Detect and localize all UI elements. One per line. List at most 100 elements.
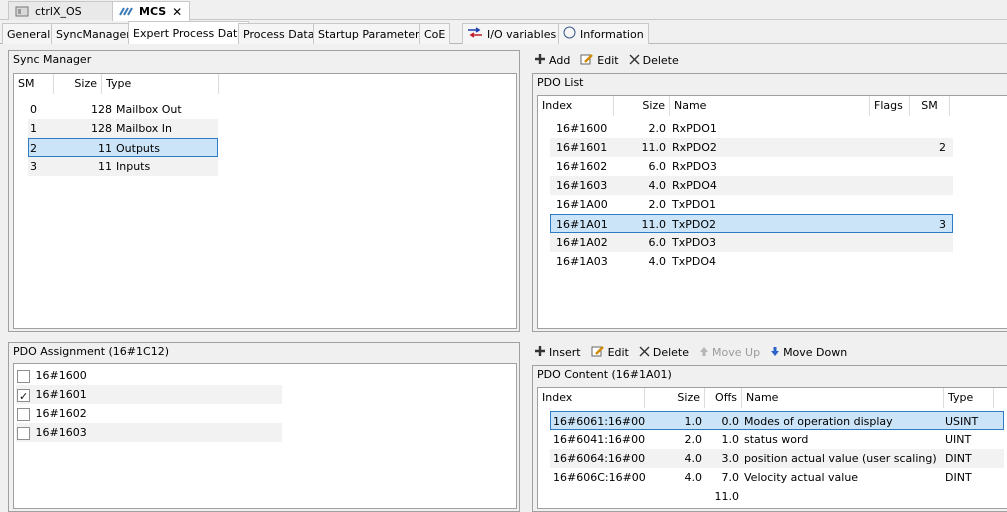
tab-information[interactable]: Information (558, 23, 649, 44)
checkbox-checked[interactable] (17, 387, 30, 406)
column-header-sm[interactable]: SM (910, 96, 950, 116)
table-row[interactable]: 16#606C:16#00 4.0 7.0 Velocity actual va… (550, 468, 1004, 487)
cell-index: 16#1A02 (556, 236, 608, 249)
pdo-content-panel: PDO Content (16#1A01) Index Size Offs Na… (532, 365, 1007, 512)
item-label: 16#1600 (35, 369, 87, 382)
column-header-index[interactable]: Index (538, 388, 645, 408)
pdo-list-toolbar: Add Edit Delete (534, 53, 679, 68)
panel-title: Sync Manager (13, 53, 92, 66)
table-row[interactable]: 16#1600 2.0 RxPDO1 (550, 119, 953, 138)
cell-index: 16#1A01 (556, 218, 608, 231)
column-header-index[interactable]: Index (538, 96, 614, 116)
cell-sm (920, 119, 946, 138)
item-label: 16#1601 (35, 388, 87, 401)
pdo-list-grid: Index Size Name Flags SM 16#1600 2.0 RxP… (537, 95, 1007, 329)
edit-button[interactable]: Edit (591, 345, 629, 360)
cell-index: 16#1603 (556, 179, 608, 192)
cell-sm (920, 157, 946, 176)
table-row-selected[interactable]: 16#6061:16#00 1.0 0.0 Modes of operation… (550, 411, 1004, 430)
tab-startup-parameters[interactable]: Startup Parameters (313, 23, 431, 44)
cell-sm (920, 176, 946, 195)
table-row[interactable]: 16#1602 6.0 RxPDO3 (550, 157, 953, 176)
panel-title: PDO Content (16#1A01) (537, 368, 672, 381)
cell-size: 4.0 (648, 179, 667, 192)
insert-button[interactable]: Insert (534, 345, 581, 360)
close-icon[interactable]: ✕ (172, 5, 182, 19)
table-row[interactable]: 16#6064:16#00 4.0 3.0 position actual va… (550, 449, 1004, 468)
cell-size: 6.0 (648, 160, 667, 173)
list-item[interactable]: 16#1601 (16, 385, 282, 406)
table-row[interactable]: 16#1A03 4.0 TxPDO4 (550, 252, 953, 271)
move-up-label: Move Up (712, 346, 761, 359)
cell-type: USINT (945, 415, 979, 428)
cell-offs: 7.0 (721, 471, 740, 484)
cell-type: Mailbox Out (116, 103, 182, 116)
table-row[interactable]: 16#6041:16#00 2.0 1.0 status word UINT (550, 430, 1004, 449)
add-label: Add (549, 54, 571, 67)
tab-label: General (7, 27, 51, 41)
delete-button[interactable]: Delete (629, 54, 679, 68)
tab-syncmanager[interactable]: SyncManager (51, 23, 136, 44)
column-header-size[interactable]: Size (645, 388, 705, 408)
cell-sm (920, 252, 946, 271)
column-header-type[interactable]: Type (102, 74, 219, 94)
list-item[interactable]: 16#1603 (16, 423, 282, 442)
table-row[interactable]: 16#1A00 2.0 TxPDO1 (550, 195, 953, 214)
cell-name: RxPDO1 (672, 122, 717, 135)
editor-tab-bar: General SyncManager Expert Process Data … (0, 21, 1007, 44)
column-header-name[interactable]: Name (742, 388, 944, 408)
cell-name: status word (744, 433, 809, 446)
add-button[interactable]: Add (534, 53, 570, 68)
checkbox[interactable] (17, 426, 30, 440)
list-item[interactable]: 16#1602 (16, 404, 282, 423)
list-item[interactable]: 16#1600 (16, 366, 282, 385)
arrow-down-icon (770, 346, 780, 360)
move-down-button[interactable]: Move Down (770, 346, 847, 360)
cell-size: 11 (98, 160, 112, 173)
pdo-list-panel: PDO List Index Size Name Flags SM 16#160… (532, 73, 1007, 332)
column-header-offs[interactable]: Offs (705, 388, 742, 408)
column-header-name[interactable]: Name (670, 96, 870, 116)
delete-button[interactable]: Delete (639, 346, 689, 360)
tab-general[interactable]: General (2, 23, 56, 44)
table-row[interactable]: 16#1603 4.0 RxPDO4 (550, 176, 953, 195)
column-header-size[interactable]: Size (54, 74, 102, 94)
doc-tab-ctrlx-os[interactable]: ctrlX_OS (8, 1, 113, 20)
tab-io-variables[interactable]: I/O variables (462, 23, 562, 44)
table-row[interactable]: 16#1601 11.0 RxPDO2 2 (550, 138, 953, 157)
cell-index: 16#1A03 (556, 255, 608, 268)
table-row-selected[interactable]: 16#1A01 11.0 TxPDO2 3 (550, 214, 953, 233)
cell-index: 16#1601 (556, 141, 608, 154)
cell-name: TxPDO2 (672, 218, 716, 231)
grid-header: Index Size Offs Name Type (538, 388, 994, 408)
table-row[interactable]: 0 128 Mailbox Out (28, 100, 218, 119)
panel-title: PDO Assignment (16#1C12) (13, 345, 169, 358)
doc-tab-mcs[interactable]: MCS ✕ (112, 1, 190, 21)
column-header-type[interactable]: Type (944, 388, 994, 408)
checkbox[interactable] (17, 369, 30, 383)
table-row-selected[interactable]: 2 11 Outputs (28, 138, 218, 157)
tab-coe[interactable]: CoE (419, 23, 451, 44)
tab-label: Startup Parameters (318, 27, 426, 41)
tab-expert-process-data[interactable]: Expert Process Data (128, 21, 250, 44)
table-row[interactable]: 3 11 Inputs (28, 157, 218, 176)
plus-icon (534, 345, 546, 360)
column-header-flags[interactable]: Flags (870, 96, 910, 116)
cell-type: DINT (945, 471, 972, 484)
cell-name: RxPDO2 (672, 141, 717, 154)
table-row[interactable]: 16#1A02 6.0 TxPDO3 (550, 233, 953, 252)
tab-label: CoE (424, 27, 446, 41)
column-header-size[interactable]: Size (614, 96, 670, 116)
move-up-button[interactable]: Move Up (699, 346, 760, 360)
cell-index: 16#1602 (556, 160, 608, 173)
table-row[interactable]: 1 128 Mailbox In (28, 119, 218, 138)
grid-header: SM Size Type (14, 74, 219, 94)
edit-button[interactable]: Edit (580, 53, 619, 68)
tab-label: Expert Process Data (133, 26, 245, 40)
column-header-sm[interactable]: SM (14, 74, 54, 94)
arrow-up-icon (699, 346, 709, 360)
checkbox[interactable] (17, 407, 30, 421)
tab-process-data[interactable]: Process Data (238, 23, 320, 44)
cell-offs: 3.0 (721, 452, 740, 465)
doc-tab-label: MCS (139, 5, 167, 18)
